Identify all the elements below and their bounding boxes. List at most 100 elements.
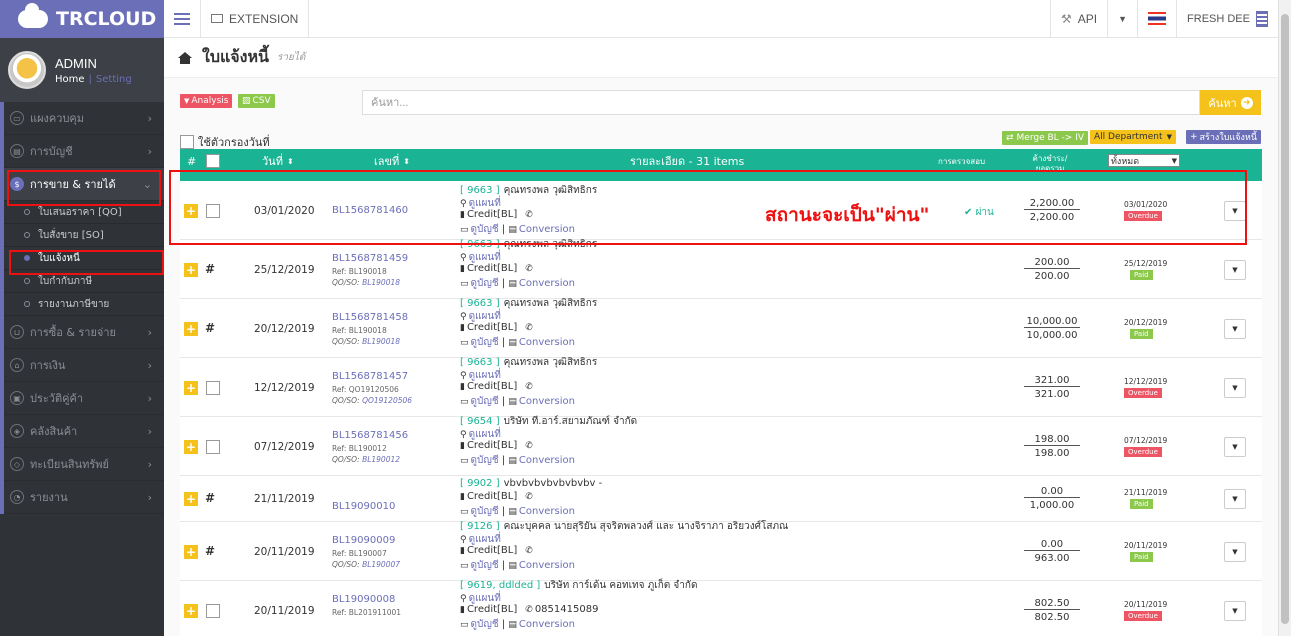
table-row[interactable]: + #20/11/2019 BL19090009 Ref: BL190007 QO/SO… <box>180 519 1262 581</box>
sidebar-item-reports[interactable]: ◔ รายงาน › <box>4 481 164 514</box>
select-all-checkbox[interactable] <box>206 154 220 168</box>
row-doc-number[interactable]: BL19090009 <box>332 535 395 546</box>
language-button[interactable] <box>1137 0 1176 37</box>
row-qoso-link[interactable]: BL190018 <box>362 337 400 346</box>
sidebar-item-assets[interactable]: ◇ ทะเบียนสินทรัพย์ › <box>4 448 164 481</box>
row-actions-dropdown[interactable]: ▼ <box>1224 489 1246 509</box>
department-select[interactable]: All Department ▼ <box>1090 130 1176 144</box>
row-doc-number[interactable]: BL1568781459 <box>332 253 408 264</box>
sidebar-item-finance[interactable]: ⌂ การเงิน › <box>4 349 164 382</box>
expand-plus-button[interactable]: + <box>184 545 198 559</box>
row-qoso-link[interactable]: BL190018 <box>362 278 400 287</box>
table-row[interactable]: + #20/12/2019 BL1568781458 Ref: BL190018 QO/… <box>180 298 1262 358</box>
row-qoso-link[interactable]: BL190012 <box>362 455 400 464</box>
expand-plus-button[interactable]: + <box>184 204 198 218</box>
home-icon[interactable] <box>178 51 192 64</box>
sidebar-item-contacts[interactable]: ▣ ประวัติคู่ค้า › <box>4 382 164 415</box>
sidebar-subitem-tax-invoice[interactable]: ใบกำกับภาษี <box>4 270 164 293</box>
expand-plus-button[interactable]: + <box>184 440 198 454</box>
table-row[interactable]: + #21/11/2019 BL19090010 [ 9902 ] vbvbvbvbvb… <box>180 476 1262 522</box>
sidebar-item-accounting[interactable]: ▤ การบัญชี › <box>4 135 164 168</box>
row-qoso-link[interactable]: BL190007 <box>362 560 400 569</box>
row-doc-number[interactable]: BL19090008 <box>332 594 395 605</box>
table-row[interactable]: + #25/12/2019 BL1568781459 Ref: BL190018 QO/… <box>180 239 1262 299</box>
row-checkbox[interactable] <box>206 381 220 395</box>
search-button[interactable]: ค้นหา ➜ <box>1200 90 1261 115</box>
row-view-account-link[interactable]: ดูบัญชี <box>471 278 499 289</box>
row-actions-dropdown[interactable]: ▼ <box>1224 378 1246 398</box>
table-row[interactable]: +07/12/2019 BL1568781456 Ref: BL190012 QO/S… <box>180 416 1262 476</box>
row-actions-dropdown[interactable]: ▼ <box>1224 601 1246 621</box>
setting-link[interactable]: Setting <box>96 74 132 85</box>
sidebar-subitem-quotation[interactable]: ใบเสนอราคา [QO] <box>4 201 164 224</box>
row-view-account-link[interactable]: ดูบัญชี <box>471 506 499 517</box>
sidebar-item-inventory[interactable]: ◈ คลังสินค้า › <box>4 415 164 448</box>
csv-button[interactable]: ▨ CSV <box>238 94 275 108</box>
status-filter-select[interactable]: ทั้งหมด <box>1108 154 1180 167</box>
row-doc-number[interactable]: BL1568781456 <box>332 430 408 441</box>
merge-button[interactable]: ⇄ Merge BL -> IV <box>1002 131 1089 145</box>
scrollbar-thumb[interactable] <box>1281 14 1289 624</box>
row-actions-dropdown[interactable]: ▼ <box>1224 201 1246 221</box>
menu-toggle-button[interactable] <box>164 0 201 37</box>
row-conversion-link[interactable]: Conversion <box>519 506 575 517</box>
row-actions-dropdown[interactable]: ▼ <box>1224 542 1246 562</box>
sidebar-item-dashboard[interactable]: ▭ แผงควบคุม › <box>4 102 164 135</box>
expand-plus-button[interactable]: + <box>184 604 198 618</box>
table-row[interactable]: +12/12/2019 BL1568781457 Ref: QO19120506 QO… <box>180 357 1262 417</box>
expand-plus-button[interactable]: + <box>184 263 198 277</box>
scrollbar[interactable] <box>1278 0 1291 636</box>
header-select-all[interactable] <box>206 149 220 173</box>
row-view-account-link[interactable]: ดูบัญชี <box>471 455 499 466</box>
sidebar-item-purchase[interactable]: ⊔ การซื้อ & รายจ่าย › <box>4 316 164 349</box>
row-customer[interactable]: [ 9902 ] vbvbvbvbvbvbvbv - <box>460 478 602 489</box>
row-qoso-link[interactable]: QO19120506 <box>362 396 412 405</box>
sidebar-subitem-sales-order[interactable]: ใบสั่งขาย [SO] <box>4 224 164 247</box>
expand-plus-button[interactable]: + <box>184 322 198 336</box>
search-input[interactable] <box>362 90 1200 115</box>
dropdown-button[interactable]: ▼ <box>1107 0 1137 37</box>
row-conversion-link[interactable]: Conversion <box>519 455 575 466</box>
sidebar-item-sales[interactable]: $ การขาย & รายได้ ⌄ <box>4 168 164 201</box>
extension-button[interactable]: EXTENSION <box>201 0 310 37</box>
row-doc-number[interactable]: BL1568781460 <box>332 205 408 216</box>
header-docno[interactable]: เลขที่ ⬍ <box>374 149 410 173</box>
table-row[interactable]: +03/01/2020 BL1568781460 [ 9663 ] คุณทรงพล … <box>180 181 1262 240</box>
row-checkbox[interactable] <box>206 440 220 454</box>
expand-plus-button[interactable]: + <box>184 381 198 395</box>
row-view-account-link[interactable]: ดูบัญชี <box>471 337 499 348</box>
row-actions-dropdown[interactable]: ▼ <box>1224 437 1246 457</box>
brand-logo[interactable]: TRCLOUD <box>0 0 164 38</box>
row-view-account-link[interactable]: ดูบัญชี <box>471 396 499 407</box>
row-doc-number[interactable]: BL19090010 <box>332 501 395 512</box>
row-actions-dropdown[interactable]: ▼ <box>1224 319 1246 339</box>
api-button[interactable]: ⚒ API <box>1050 0 1107 37</box>
row-conversion-link[interactable]: Conversion <box>519 337 575 348</box>
create-invoice-button[interactable]: + สร้างใบแจ้งหนี้ <box>1186 130 1261 144</box>
sidebar-subitem-sales-tax-report[interactable]: รายงานภาษีขาย <box>4 293 164 316</box>
row-customer[interactable]: [ 9126 ] คณะบุคคล นายสุริยัน สุจริตพลวงศ์… <box>460 519 788 534</box>
row-doc-number[interactable]: BL1568781458 <box>332 312 408 323</box>
expand-plus-button[interactable]: + <box>184 492 198 506</box>
sidebar-subitem-invoice[interactable]: ใบแจ้งหนี้ <box>4 247 164 270</box>
row-view-account-link[interactable]: ดูบัญชี <box>471 224 499 235</box>
row-doc-number[interactable]: BL1568781457 <box>332 371 408 382</box>
row-conversion-link[interactable]: Conversion <box>519 396 575 407</box>
row-checkbox[interactable] <box>206 604 220 618</box>
header-date[interactable]: วันที่ ⬍ <box>262 149 294 173</box>
analysis-button[interactable]: ▼ Analysis <box>180 94 233 108</box>
row-conversion-link[interactable]: Conversion <box>519 224 575 235</box>
row-checkbox[interactable] <box>206 204 220 218</box>
date-filter-checkbox[interactable] <box>180 135 194 149</box>
table-row[interactable]: +20/11/2019 BL19090008 Ref: BL201911001 [ 9… <box>180 580 1262 636</box>
map-marker-icon: ⚲ <box>460 535 467 545</box>
row-view-account-link[interactable]: ดูบัญชี <box>471 619 499 630</box>
company-button[interactable]: FRESH DEE <box>1176 0 1278 37</box>
row-conversion-link[interactable]: Conversion <box>519 619 575 630</box>
row-conversion-link[interactable]: Conversion <box>519 278 575 289</box>
avatar[interactable] <box>8 51 46 89</box>
row-actions-dropdown[interactable]: ▼ <box>1224 260 1246 280</box>
home-link[interactable]: Home <box>55 74 85 85</box>
row-conversion-link[interactable]: Conversion <box>519 560 575 571</box>
row-view-account-link[interactable]: ดูบัญชี <box>471 560 499 571</box>
